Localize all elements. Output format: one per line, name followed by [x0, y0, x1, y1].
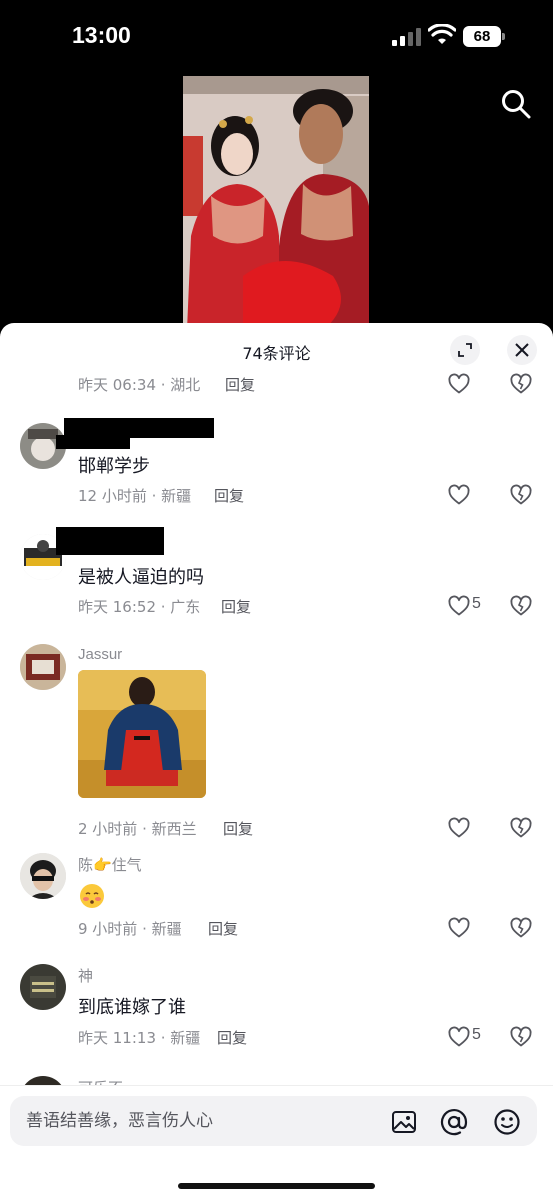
video-player[interactable] — [0, 70, 553, 330]
broken-heart-icon — [510, 817, 532, 838]
wifi-icon — [428, 24, 456, 44]
comment-meta: 昨天 11:13 · 新疆 — [78, 1029, 201, 1047]
comment-text: 是被人逼迫的吗 — [78, 567, 204, 588]
comment-meta: 9 小时前 · 新疆 — [78, 920, 182, 938]
broken-heart-icon — [510, 1026, 532, 1047]
battery-tip — [502, 33, 505, 40]
comment-username[interactable]: 陈👉住气 — [78, 854, 142, 875]
comment-username[interactable]: Jassur — [78, 646, 122, 663]
search-icon[interactable] — [500, 88, 532, 120]
comments-sheet: 74条评论 昨天 06:34 · 湖北 回复 邯郸学步 12 小时前 · 新疆 … — [0, 323, 553, 1200]
broken-heart-icon — [510, 484, 532, 505]
comment-meta: 12 小时前 · 新疆 — [78, 487, 192, 505]
heart-icon — [448, 1026, 470, 1047]
video-frame[interactable] — [183, 76, 369, 330]
heart-icon — [448, 917, 470, 938]
reply-button[interactable]: 回复 — [217, 1027, 247, 1048]
image-icon[interactable] — [390, 1108, 418, 1136]
cellular-signal-icon — [392, 28, 421, 46]
comment-meta: 2 小时前 · 新西兰 — [78, 820, 197, 838]
avatar[interactable] — [20, 964, 66, 1010]
comment-image[interactable] — [78, 670, 206, 798]
battery-level: 68 — [463, 26, 501, 47]
dislike-button[interactable] — [509, 483, 533, 507]
like-button[interactable] — [447, 816, 491, 840]
close-button[interactable] — [507, 335, 537, 365]
expand-button[interactable] — [450, 335, 480, 365]
close-icon — [515, 343, 529, 357]
comment-input-bar — [0, 1085, 553, 1200]
comment-text: 邯郸学步 — [78, 456, 150, 477]
reply-button[interactable]: 回复 — [221, 596, 251, 617]
dislike-button[interactable] — [509, 372, 533, 396]
heart-icon — [448, 484, 470, 505]
status-bar: 13:00 68 — [0, 0, 553, 70]
status-time: 13:00 — [72, 22, 131, 48]
comment-input[interactable] — [26, 1096, 376, 1146]
battery-indicator: 68 — [463, 26, 505, 47]
reply-button[interactable]: 回复 — [208, 918, 238, 939]
sheet-header: 74条评论 — [0, 323, 553, 375]
dislike-button[interactable] — [509, 1025, 533, 1049]
comment-meta: 昨天 16:52 · 广东 — [78, 598, 201, 616]
shy-face-emoji — [80, 884, 104, 908]
at-icon[interactable] — [440, 1108, 468, 1136]
like-button[interactable]: 5 — [447, 1025, 491, 1049]
like-button[interactable] — [447, 483, 491, 507]
redacted-username-2 — [56, 435, 130, 449]
comment-input-container — [10, 1096, 537, 1146]
expand-icon — [458, 343, 472, 357]
reply-button[interactable]: 回复 — [225, 374, 255, 395]
dislike-button[interactable] — [509, 594, 533, 618]
comment-meta: 昨天 06:34 · 湖北 — [78, 376, 201, 394]
heart-icon — [448, 373, 470, 394]
dislike-button[interactable] — [509, 916, 533, 940]
home-indicator — [178, 1183, 375, 1189]
like-button[interactable]: 5 — [447, 594, 491, 618]
avatar[interactable] — [20, 853, 66, 899]
dislike-button[interactable] — [509, 816, 533, 840]
heart-icon — [448, 817, 470, 838]
broken-heart-icon — [510, 917, 532, 938]
comment-username[interactable]: 神 — [78, 965, 93, 986]
like-count: 5 — [472, 1026, 481, 1043]
like-button[interactable] — [447, 916, 491, 940]
broken-heart-icon — [510, 373, 532, 394]
redacted-username — [56, 527, 164, 555]
broken-heart-icon — [510, 595, 532, 616]
reply-button[interactable]: 回复 — [214, 485, 244, 506]
reply-button[interactable]: 回复 — [223, 818, 253, 839]
like-button[interactable] — [447, 372, 491, 396]
comment-text: 到底谁嫁了谁 — [78, 997, 186, 1018]
like-count: 5 — [472, 595, 481, 612]
avatar[interactable] — [20, 644, 66, 690]
heart-icon — [448, 595, 470, 616]
emoji-icon[interactable] — [493, 1108, 521, 1136]
